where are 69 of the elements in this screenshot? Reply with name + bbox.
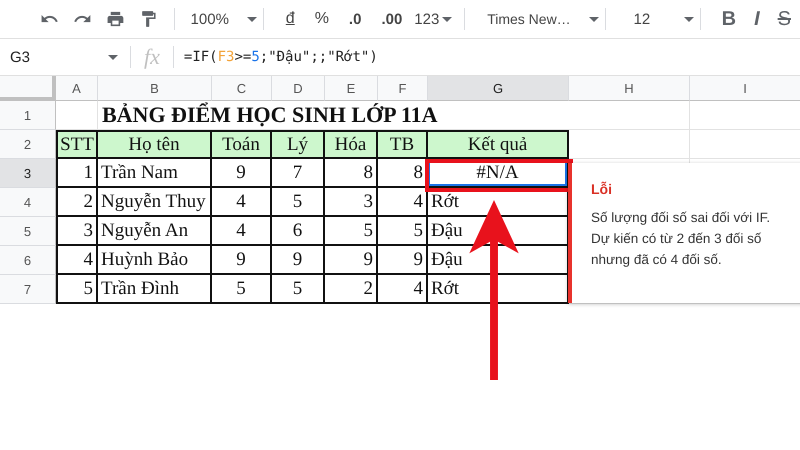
table-cell: Nguyễn Thuy [98,188,212,217]
formula-field[interactable]: =IF(F3>=5;"Đậu";;"Rớt") [174,49,378,65]
table-cell: 5 [325,217,378,246]
table-cell: 4 [212,217,272,246]
column-title: Họ tên [98,130,212,159]
table-cell: 8 [325,159,378,188]
font-size-dropdown[interactable]: 12 [618,10,698,28]
table-cell: 5 [272,188,325,217]
style-button[interactable]: S [768,8,800,30]
table-cell: 9 [212,159,272,188]
column-header[interactable]: F [378,76,428,101]
table-cell: Trần Nam [98,159,212,188]
font-dropdown[interactable]: Times New… [483,11,603,27]
table-cell: 5 [212,275,272,304]
table-cell: 5 [272,275,325,304]
table-cell: 3 [56,217,98,246]
column-title: Lý [272,130,325,159]
function-label: fx [143,44,161,70]
row-header[interactable]: 5 [0,217,56,246]
error-message: Số lượng đối số sai đối với IF. Dự kiến có từ 2 đến 3 đối số nhưng đã có 4 đối số. [591,209,772,269]
table-cell: 7 [272,159,325,188]
column-header[interactable]: I [690,76,800,101]
table-cell: 9 [325,246,378,275]
toolbar-button[interactable]: % [304,10,339,28]
table-cell: 5 [378,217,428,246]
row-header[interactable]: 7 [0,275,56,304]
table-cell: Nguyễn An [98,217,212,246]
table-cell: 4 [56,246,98,275]
column-title: Toán [212,130,272,159]
table-cell: Trần Đình [98,275,212,304]
table-cell: 9 [212,246,272,275]
table-cell: 4 [378,275,428,304]
table-cell: 4 [212,188,272,217]
table-cell: 2 [325,275,378,304]
column-header[interactable]: C [212,76,272,101]
column-header[interactable]: H [569,76,690,101]
column-title: STT [56,130,98,159]
style-button[interactable]: B [712,8,746,30]
column-header[interactable]: A [56,76,98,101]
style-button[interactable]: I [745,8,769,30]
column-title: Kết quả [428,130,569,159]
table-cell: 5 [56,275,98,304]
column-title: Hóa [325,130,378,159]
row-header[interactable]: 4 [0,188,56,217]
name-box[interactable]: G3 [0,48,130,66]
column-title: TB [378,130,428,159]
column-header[interactable]: B [98,76,212,101]
column-header[interactable]: E [325,76,378,101]
row-header[interactable]: 1 [0,101,56,130]
row-header[interactable]: 6 [0,246,56,275]
toolbar-button[interactable]: .0 [338,10,372,28]
table-cell: 2 [56,188,98,217]
number-format-dropdown[interactable]: 123 [412,10,462,28]
column-header[interactable]: G [428,76,569,101]
table-cell: 8 [378,159,428,188]
row-header[interactable]: 3 [0,159,56,188]
table-cell: 6 [272,217,325,246]
table-cell: Huỳnh Bảo [98,246,212,275]
table-cell: 4 [378,188,428,217]
column-header[interactable]: D [272,76,325,101]
table-cell: 1 [56,159,98,188]
popup-title: Lỗi [591,181,613,197]
toolbar-button[interactable]: đ [276,10,305,28]
row-header[interactable]: 2 [0,130,56,159]
zoom-dropdown[interactable]: 100% [186,10,261,28]
toolbar-button[interactable]: .00 [371,10,412,28]
table-cell: 9 [378,246,428,275]
table-cell: 3 [325,188,378,217]
table-cell: 9 [272,246,325,275]
